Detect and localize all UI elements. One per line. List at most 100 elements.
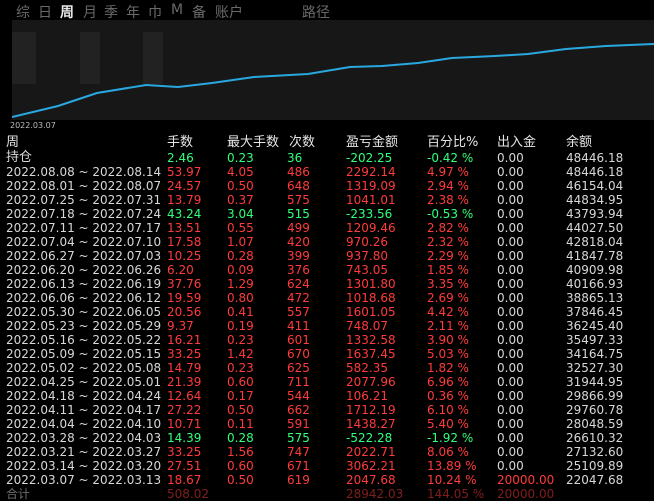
- table-row[interactable]: 2022.05.09 ~ 2022.05.15 33.25 1.42 670 1637.…: [0, 347, 654, 361]
- row-count: 670: [287, 347, 310, 361]
- row-week: 2022.07.11 ~ 2022.07.17: [6, 221, 162, 235]
- tab-account[interactable]: 账户: [215, 2, 243, 22]
- table-row[interactable]: 2022.06.27 ~ 2022.07.03 10.25 0.28 399 937.8…: [0, 249, 654, 263]
- row-week: 2022.06.27 ~ 2022.07.03: [6, 249, 162, 263]
- col-max-lots: 最大手数: [227, 135, 280, 150]
- row-pct: 2.11 %: [427, 319, 469, 333]
- row-lots: 37.76: [167, 277, 202, 291]
- row-flow: 0.00: [497, 291, 524, 305]
- tab-year[interactable]: 年: [126, 2, 140, 22]
- row-balance: 41847.78: [566, 249, 624, 263]
- row-pct: 6.10 %: [427, 403, 469, 417]
- row-flow: 0.00: [497, 207, 524, 221]
- table-row[interactable]: 2022.07.25 ~ 2022.07.31 13.79 0.37 575 1041.…: [0, 193, 654, 207]
- row-lots: 14.39: [167, 431, 202, 445]
- row-lots: 27.51: [167, 459, 202, 473]
- row-lots: 9.37: [167, 319, 194, 333]
- row-max-lots: 0.23: [227, 333, 254, 347]
- row-lots: 17.58: [167, 235, 202, 249]
- table-row[interactable]: 2022.07.18 ~ 2022.07.24 43.24 3.04 515 -233.…: [0, 207, 654, 221]
- row-flow: 0.00: [497, 263, 524, 277]
- row-max-lots: 0.28: [227, 249, 254, 263]
- row-balance: 29760.78: [566, 403, 624, 417]
- row-max-lots: 0.50: [227, 179, 254, 193]
- summary-flow: 20000.00: [497, 487, 555, 501]
- table-row[interactable]: 2022.04.04 ~ 2022.04.10 10.71 0.11 591 1438.…: [0, 417, 654, 431]
- row-pnl: 1601.05: [346, 305, 396, 319]
- table-row[interactable]: 2022.04.25 ~ 2022.05.01 21.39 0.60 711 2077.…: [0, 375, 654, 389]
- tab-path[interactable]: 路径: [302, 2, 330, 22]
- table-row[interactable]: 2022.03.14 ~ 2022.03.20 27.51 0.60 671 3062.…: [0, 459, 654, 473]
- tab-season[interactable]: 季: [104, 2, 118, 22]
- table-row[interactable]: 2022.04.18 ~ 2022.04.24 12.64 0.17 544 106.2…: [0, 389, 654, 403]
- row-max-lots: 0.28: [227, 431, 254, 445]
- col-week: 周: [6, 135, 20, 150]
- row-week: 2022.06.13 ~ 2022.06.19: [6, 277, 162, 291]
- row-flow: 0.00: [497, 165, 524, 179]
- tab-m[interactable]: M: [171, 2, 183, 18]
- row-balance: 40166.93: [566, 277, 624, 291]
- holding-max-lots: 0.23: [227, 151, 254, 165]
- table-row[interactable]: 2022.07.11 ~ 2022.07.17 13.51 0.55 499 1209.…: [0, 221, 654, 235]
- row-lots: 21.39: [167, 375, 202, 389]
- row-max-lots: 1.42: [227, 347, 254, 361]
- table-row[interactable]: 2022.06.13 ~ 2022.06.19 37.76 1.29 624 1301.…: [0, 277, 654, 291]
- tab-week[interactable]: 周: [60, 2, 74, 22]
- row-count: 399: [287, 249, 310, 263]
- row-count: 662: [287, 403, 310, 417]
- row-flow: 0.00: [497, 193, 524, 207]
- equity-curve-chart: [12, 20, 654, 120]
- row-balance: 31944.95: [566, 375, 624, 389]
- table-row[interactable]: 2022.05.30 ~ 2022.06.05 20.56 0.41 557 1601.…: [0, 305, 654, 319]
- period-tab-bar: 综 日 周 月 季 年 巾 M 备 账户 路径: [0, 0, 654, 22]
- row-week: 2022.05.16 ~ 2022.05.22: [6, 333, 162, 347]
- row-pnl: 2077.96: [346, 375, 396, 389]
- table-row[interactable]: 2022.06.06 ~ 2022.06.12 19.59 0.80 472 1018.…: [0, 291, 654, 305]
- tab-day[interactable]: 日: [38, 2, 52, 22]
- row-lots: 10.71: [167, 417, 202, 431]
- table-row[interactable]: 2022.05.23 ~ 2022.05.29 9.37 0.19 411 748.07…: [0, 319, 654, 333]
- row-week: 2022.06.06 ~ 2022.06.12: [6, 291, 162, 305]
- row-lots: 13.79: [167, 193, 202, 207]
- row-balance: 40909.98: [566, 263, 624, 277]
- row-lots: 19.59: [167, 291, 202, 305]
- table-row[interactable]: 2022.07.04 ~ 2022.07.10 17.58 1.07 420 970.2…: [0, 235, 654, 249]
- row-count: 499: [287, 221, 310, 235]
- row-week: 2022.07.25 ~ 2022.07.31: [6, 193, 162, 207]
- table-row[interactable]: 2022.08.01 ~ 2022.08.07 24.57 0.50 648 1319.…: [0, 179, 654, 193]
- row-pnl: 1018.68: [346, 291, 396, 305]
- row-max-lots: 0.80: [227, 291, 254, 305]
- tab-symbol[interactable]: 巾: [148, 2, 162, 22]
- row-flow: 0.00: [497, 431, 524, 445]
- row-flow: 20000.00: [497, 473, 555, 487]
- row-lots: 6.20: [167, 263, 194, 277]
- tab-note[interactable]: 备: [192, 2, 206, 22]
- row-count: 472: [287, 291, 310, 305]
- table-row[interactable]: 2022.05.16 ~ 2022.05.22 16.21 0.23 601 1332.…: [0, 333, 654, 347]
- tab-month[interactable]: 月: [83, 2, 97, 22]
- tab-summary[interactable]: 综: [16, 2, 30, 22]
- table-row[interactable]: 2022.04.11 ~ 2022.04.17 27.22 0.50 662 1712.…: [0, 403, 654, 417]
- row-flow: 0.00: [497, 375, 524, 389]
- row-count: 544: [287, 389, 310, 403]
- table-row[interactable]: 2022.03.21 ~ 2022.03.27 33.25 1.56 747 2022.…: [0, 445, 654, 459]
- row-max-lots: 0.41: [227, 305, 254, 319]
- row-pnl: 748.07: [346, 319, 388, 333]
- table-row[interactable]: 2022.03.07 ~ 2022.03.13 18.67 0.50 619 2047.…: [0, 473, 654, 487]
- holding-row[interactable]: 持仓 2.46 0.23 36 -202.25 -0.42 % 0.00 484…: [0, 151, 654, 166]
- row-lots: 33.25: [167, 445, 202, 459]
- table-row[interactable]: 2022.08.08 ~ 2022.08.14 53.97 4.05 486 2292.…: [0, 165, 654, 179]
- row-count: 625: [287, 361, 310, 375]
- row-max-lots: 1.29: [227, 277, 254, 291]
- col-pnl: 盈亏金额: [346, 135, 399, 150]
- holding-balance: 48446.18: [566, 151, 624, 165]
- row-max-lots: 0.50: [227, 403, 254, 417]
- table-row[interactable]: 2022.05.02 ~ 2022.05.08 14.79 0.23 625 582.3…: [0, 361, 654, 375]
- table-row[interactable]: 2022.03.28 ~ 2022.04.03 14.39 0.28 575 -522.…: [0, 431, 654, 445]
- row-pnl: 1041.01: [346, 193, 396, 207]
- row-flow: 0.00: [497, 403, 524, 417]
- row-max-lots: 0.09: [227, 263, 254, 277]
- summary-row[interactable]: 合计 508.02 28942.03 144.05 % 20000.00: [0, 487, 654, 501]
- row-pct: 5.03 %: [427, 347, 469, 361]
- table-row[interactable]: 2022.06.20 ~ 2022.06.26 6.20 0.09 376 743.05…: [0, 263, 654, 277]
